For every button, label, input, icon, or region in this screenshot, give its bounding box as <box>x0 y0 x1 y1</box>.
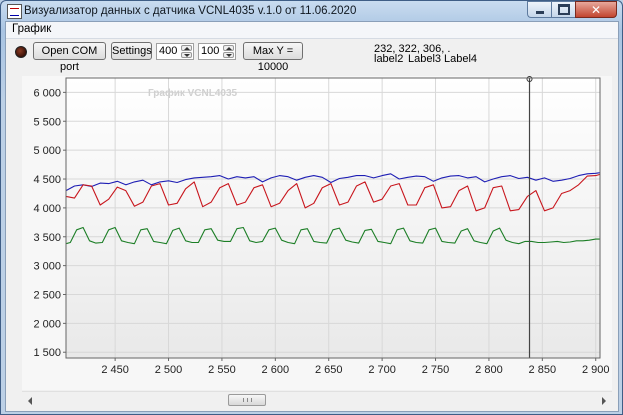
value-b-spin <box>223 45 234 58</box>
y-tick-label: 2 000 <box>33 318 61 330</box>
value-a-up-button[interactable] <box>181 45 192 51</box>
y-tick-label: 1 500 <box>33 347 61 359</box>
arrow-down-icon <box>184 54 190 57</box>
x-tick-label: 2 850 <box>529 364 557 376</box>
app-window: Визуализатор данных с датчика VCNL4035 v… <box>0 0 623 415</box>
horizontal-scrollbar[interactable] <box>22 391 612 409</box>
arrow-right-icon <box>602 397 606 405</box>
y-tick-label: 2 500 <box>33 289 61 301</box>
value-b-stepper[interactable] <box>198 43 236 60</box>
plot-background <box>66 78 600 358</box>
label3-text: Label3 <box>408 53 442 65</box>
label2-text: label2 <box>374 53 404 65</box>
max-y-button[interactable]: Max Y = 10000 <box>243 42 303 73</box>
x-tick-label: 2 550 <box>208 364 236 376</box>
arrow-up-icon <box>226 47 232 50</box>
arrow-left-icon <box>28 397 32 405</box>
x-tick-label: 2 450 <box>101 364 129 376</box>
scroll-right-button[interactable] <box>595 393 612 408</box>
x-tick-label: 2 750 <box>422 364 450 376</box>
y-tick-label: 5 500 <box>33 116 61 128</box>
x-tick-label: 2 900 <box>582 364 610 376</box>
open-com-port-button[interactable]: Open COM port <box>33 42 106 73</box>
client-area: График Open COM port Settings Max Y <box>5 21 619 412</box>
y-tick-label: 4 500 <box>33 174 61 186</box>
y-tick-label: 6 000 <box>33 87 61 99</box>
value-a-spin <box>181 45 192 58</box>
x-tick-label: 2 800 <box>475 364 503 376</box>
window-title: Визуализатор данных с датчика VCNL4035 v… <box>24 5 357 17</box>
scroll-thumb[interactable] <box>228 394 266 406</box>
label4-text: Label4 <box>444 53 478 65</box>
toolbar: Open COM port Settings Max Y = 10000 232… <box>6 39 618 73</box>
menu-bar: График <box>6 22 618 39</box>
value-a-stepper[interactable] <box>156 43 194 60</box>
close-button[interactable]: ✕ <box>575 1 617 18</box>
menu-item-graph[interactable]: График <box>12 23 51 35</box>
title-bar[interactable]: Визуализатор данных с датчика VCNL4035 v… <box>1 1 622 21</box>
x-tick-label: 2 600 <box>262 364 290 376</box>
x-tick-label: 2 700 <box>368 364 396 376</box>
plot-area[interactable]: 1 500 2 000 2 500 3 000 3 500 4 000 4 500 5 000… <box>22 76 612 390</box>
value-a-down-button[interactable] <box>181 52 192 58</box>
minimize-icon <box>535 10 544 14</box>
y-tick-label: 4 000 <box>33 203 61 215</box>
connection-status-led-icon <box>15 46 27 58</box>
minimize-button[interactable] <box>527 1 551 18</box>
chart-title: График VCNL4035 <box>148 87 238 99</box>
arrow-down-icon <box>226 54 232 57</box>
settings-button[interactable]: Settings <box>111 42 152 60</box>
close-icon: ✕ <box>590 2 602 17</box>
x-tick-label: 2 650 <box>315 364 343 376</box>
y-tick-label: 3 000 <box>33 261 61 273</box>
value-b-down-button[interactable] <box>223 52 234 58</box>
y-tick-label: 3 500 <box>33 232 61 244</box>
x-tick-label: 2 500 <box>155 364 183 376</box>
sensor-chart: 1 500 2 000 2 500 3 000 3 500 4 000 4 500 5 000… <box>33 76 610 376</box>
y-tick-label: 5 000 <box>33 145 61 157</box>
maximize-button[interactable] <box>551 1 575 18</box>
value-b-up-button[interactable] <box>223 45 234 51</box>
app-chart-icon <box>7 4 22 19</box>
arrow-up-icon <box>184 47 190 50</box>
maximize-icon <box>557 4 570 15</box>
caption-buttons: ✕ <box>527 1 617 18</box>
scroll-left-button[interactable] <box>22 393 39 408</box>
